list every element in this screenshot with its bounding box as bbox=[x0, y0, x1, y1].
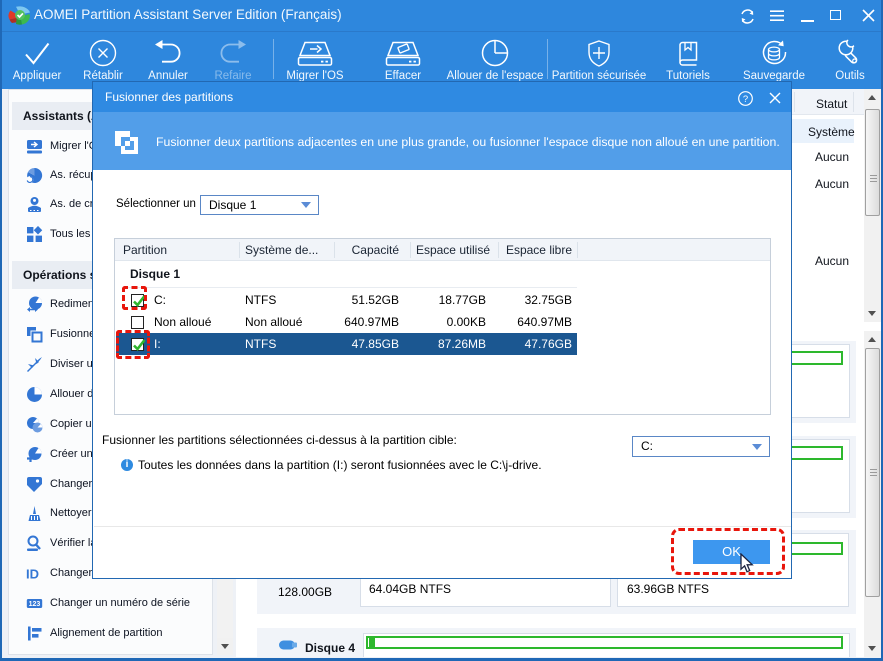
svg-text:123: 123 bbox=[29, 601, 41, 608]
svg-text:ID: ID bbox=[26, 567, 39, 582]
svg-text:?: ? bbox=[743, 94, 748, 105]
